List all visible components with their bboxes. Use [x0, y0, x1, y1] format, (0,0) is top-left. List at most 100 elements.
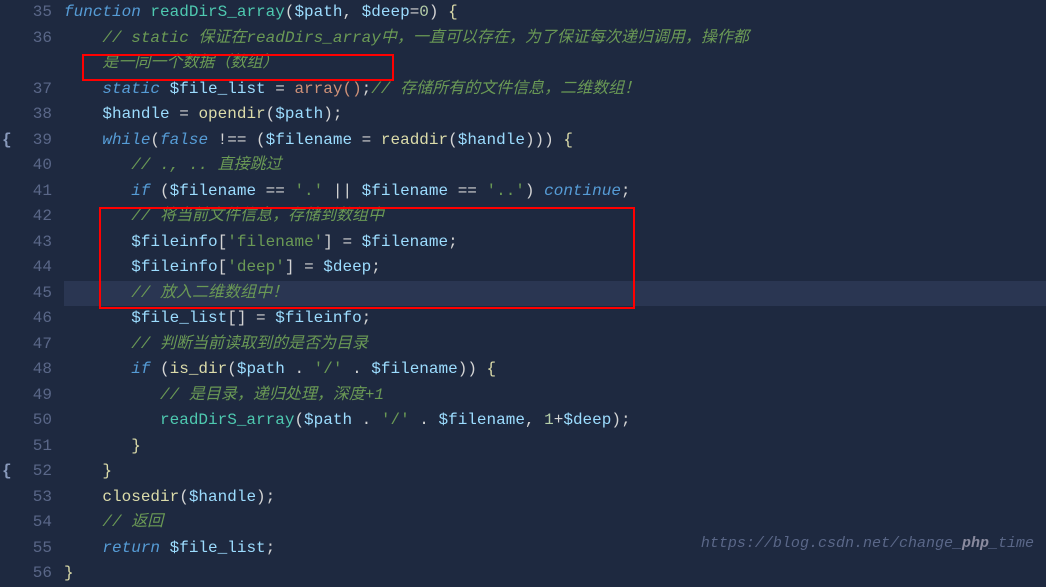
code-line[interactable]: if ($filename == '.' || $filename == '..… — [64, 179, 1046, 205]
code-line[interactable]: $fileinfo['filename'] = $filename; — [64, 230, 1046, 256]
line-number: 35 — [0, 0, 52, 26]
code-token: static — [102, 77, 160, 103]
code-token: = — [266, 77, 295, 103]
watermark: https://blog.csdn.net/change_php_time — [701, 531, 1034, 557]
code-token: opendir — [198, 102, 265, 128]
code-token: $fileinfo — [275, 306, 361, 332]
code-token: $file_list — [170, 77, 266, 103]
watermark-url: https://blog.csdn.net/change_ — [701, 535, 962, 552]
code-line[interactable]: readDirS_array($path . '/' . $filename, … — [64, 408, 1046, 434]
code-line[interactable]: } — [64, 561, 1046, 587]
code-editor: 35363738{39404142434445464748495051{5253… — [0, 0, 1046, 564]
code-token: } — [102, 459, 112, 485]
line-number: 44 — [0, 255, 52, 281]
code-token: '/' — [314, 357, 343, 383]
code-token: ))) — [525, 128, 563, 154]
fold-marker-icon[interactable]: { — [2, 128, 12, 154]
code-token: $filename — [371, 357, 457, 383]
code-line[interactable]: // 判断当前读取到的是否为目录 — [64, 332, 1046, 358]
code-token: [ — [218, 255, 228, 281]
code-token: ] = — [323, 230, 361, 256]
code-token: ); — [611, 408, 630, 434]
line-number: 51 — [0, 434, 52, 460]
code-token: ; — [621, 179, 631, 205]
code-line[interactable]: // static 保证在readDirs_array中，一直可以存在，为了保证… — [64, 26, 1046, 52]
code-line[interactable]: static $file_list = array();// 存储所有的文件信息… — [64, 77, 1046, 103]
code-token: array() — [294, 77, 361, 103]
line-number: 45 — [0, 281, 52, 307]
code-token: readDirS_array — [150, 0, 284, 26]
code-token: false — [160, 128, 208, 154]
code-token: ; — [362, 77, 372, 103]
code-token: // 放入二维数组中！ — [131, 281, 288, 307]
code-token: . — [410, 408, 439, 434]
code-token: ( — [150, 128, 160, 154]
code-token: $deep — [323, 255, 371, 281]
code-token: ( — [285, 0, 295, 26]
code-token: ; — [362, 306, 372, 332]
code-token: readDirS_array — [160, 408, 294, 434]
code-token: { — [448, 0, 458, 26]
code-token: if — [131, 179, 150, 205]
line-number: 56 — [0, 561, 52, 587]
code-token: ) — [429, 0, 448, 26]
code-line-wrap[interactable]: 是一同一个数据（数组） — [64, 51, 1046, 77]
code-line[interactable]: } — [64, 434, 1046, 460]
code-token: $file_list — [170, 536, 266, 562]
code-line[interactable]: // 放入二维数组中！ — [64, 281, 1046, 307]
code-token: . — [285, 357, 314, 383]
fold-marker-icon[interactable]: { — [2, 459, 12, 485]
code-token: // 存储所有的文件信息，二维数组！ — [371, 77, 640, 103]
code-line[interactable]: // 将当前文件信息，存储到数组中 — [64, 204, 1046, 230]
code-token: ( — [227, 357, 237, 383]
code-token: return — [102, 536, 160, 562]
code-token: $file_list — [131, 306, 227, 332]
code-token: is_dir — [170, 357, 228, 383]
code-token: ( — [179, 485, 189, 511]
code-token: } — [131, 434, 141, 460]
code-line[interactable]: // 是目录，递归处理，深度+1 — [64, 383, 1046, 409]
code-token: // 是目录，递归处理，深度+1 — [160, 383, 384, 409]
code-token: // 判断当前读取到的是否为目录 — [131, 332, 368, 358]
code-token: $path — [275, 102, 323, 128]
line-number: 53 — [0, 485, 52, 511]
code-token: || — [323, 179, 361, 205]
code-token: , — [525, 408, 544, 434]
code-token: = — [352, 128, 381, 154]
code-token: = — [170, 102, 199, 128]
code-token: function — [64, 0, 141, 26]
code-token: [ — [218, 230, 228, 256]
code-token: ; — [266, 536, 276, 562]
line-number: 41 — [0, 179, 52, 205]
code-line[interactable]: if (is_dir($path . '/' . $filename)) { — [64, 357, 1046, 383]
code-line[interactable]: } — [64, 459, 1046, 485]
code-token: = — [410, 0, 420, 26]
code-token: [] = — [227, 306, 275, 332]
code-token: == — [256, 179, 294, 205]
code-line[interactable]: closedir($handle); — [64, 485, 1046, 511]
code-token: . — [342, 357, 371, 383]
code-token: readdir — [381, 128, 448, 154]
line-number: 42 — [0, 204, 52, 230]
line-number: 54 — [0, 510, 52, 536]
code-token: $fileinfo — [131, 255, 217, 281]
code-token: '/' — [381, 408, 410, 434]
code-line[interactable]: $handle = opendir($path); — [64, 102, 1046, 128]
code-content[interactable]: function readDirS_array($path, $deep=0) … — [64, 0, 1046, 564]
code-token: == — [448, 179, 486, 205]
code-token: { — [563, 128, 573, 154]
code-line[interactable]: function readDirS_array($path, $deep=0) … — [64, 0, 1046, 26]
code-token — [160, 536, 170, 562]
code-token: '.' — [294, 179, 323, 205]
code-line[interactable]: while(false !== ($filename = readdir($ha… — [64, 128, 1046, 154]
code-token: $handle — [102, 102, 169, 128]
code-line[interactable]: // ., .. 直接跳过 — [64, 153, 1046, 179]
code-token: ; — [371, 255, 381, 281]
code-line[interactable]: $file_list[] = $fileinfo; — [64, 306, 1046, 332]
line-number: 48 — [0, 357, 52, 383]
code-line[interactable]: $fileinfo['deep'] = $deep; — [64, 255, 1046, 281]
code-token: $handle — [458, 128, 525, 154]
line-number: 40 — [0, 153, 52, 179]
line-number: 47 — [0, 332, 52, 358]
line-number: 37 — [0, 77, 52, 103]
